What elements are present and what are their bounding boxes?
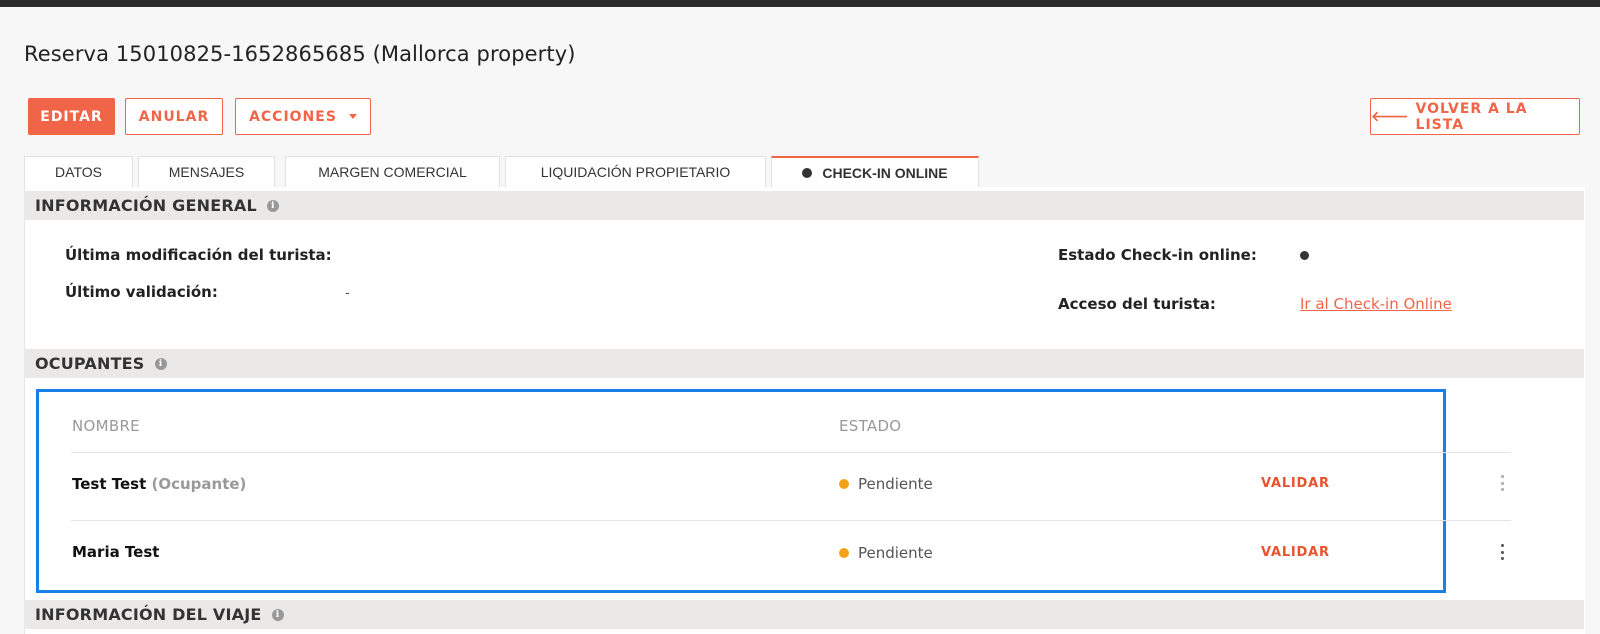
info-icon[interactable]: i (271, 608, 284, 621)
tab-label: DATOS (55, 164, 102, 180)
more-options-icon[interactable] (1499, 544, 1505, 560)
divider (71, 452, 1511, 453)
arrow-left-icon: 🡐 (1371, 109, 1410, 125)
info-icon[interactable]: i (154, 357, 167, 370)
tab-label: LIQUIDACIÓN PROPIETARIO (540, 164, 731, 180)
last-modified-label: Última modificación del turista: (65, 246, 332, 264)
occupants-highlight-box (36, 389, 1446, 593)
tab-liquidacion-propietario[interactable]: LIQUIDACIÓN PROPIETARIO (505, 156, 766, 187)
occupant-name-text: Maria Test (72, 543, 160, 561)
tab-checkin-online[interactable]: CHECK-IN ONLINE (771, 156, 979, 187)
occupant-status: Pendiente (858, 544, 933, 562)
occupant-role: (Ocupante) (151, 475, 247, 493)
last-validation-value: - (345, 284, 350, 300)
occupant-name-text: Test Test (72, 475, 147, 493)
cancel-button[interactable]: ANULAR (125, 98, 223, 135)
window-top-bar (0, 0, 1600, 7)
edit-button[interactable]: EDITAR (28, 98, 115, 135)
occupant-status: Pendiente (858, 475, 933, 493)
section-trip-header: INFORMACIÓN DEL VIAJE i (24, 600, 1584, 629)
tab-datos[interactable]: DATOS (24, 156, 133, 187)
section-title: INFORMACIÓN GENERAL (35, 196, 257, 215)
pending-status-dot-icon (839, 548, 849, 558)
checkin-state-label: Estado Check-in online: (1058, 246, 1257, 264)
back-label: VOLVER A LA LISTA (1415, 100, 1528, 133)
tab-label: MARGEN COMERCIAL (318, 164, 467, 180)
pending-status-dot-icon (839, 479, 849, 489)
section-title: OCUPANTES (35, 354, 145, 373)
occupant-name: Maria Test (72, 543, 159, 561)
actions-label: ACCIONES (249, 108, 337, 125)
tab-label: CHECK-IN ONLINE (822, 164, 948, 181)
status-dot-icon (802, 167, 813, 178)
occupant-name: Test Test (Ocupante) (72, 475, 246, 493)
page-title: Reserva 15010825-1652865685 (Mallorca pr… (24, 42, 576, 66)
section-occupants-header: OCUPANTES i (24, 349, 1584, 378)
validate-button[interactable]: VALIDAR (1261, 476, 1330, 491)
tourist-access-label: Acceso del turista: (1058, 295, 1216, 313)
back-to-list-button[interactable]: 🡐 VOLVER A LA LISTA (1370, 98, 1580, 135)
divider (71, 520, 1511, 521)
section-title: INFORMACIÓN DEL VIAJE (35, 605, 262, 624)
actions-dropdown-button[interactable]: ACCIONES (235, 98, 371, 135)
caret-down-icon (348, 114, 357, 119)
more-options-icon[interactable] (1499, 475, 1505, 491)
tab-margen-comercial[interactable]: MARGEN COMERCIAL (285, 156, 500, 187)
last-validation-label: Último validación: (65, 283, 218, 301)
validate-button[interactable]: VALIDAR (1261, 545, 1330, 560)
tab-mensajes[interactable]: MENSAJES (138, 156, 275, 187)
info-icon[interactable]: i (266, 199, 279, 212)
section-general-header: INFORMACIÓN GENERAL i (24, 191, 1584, 220)
column-header-status: ESTADO (839, 417, 902, 435)
checkin-state-dot-icon (1300, 251, 1309, 260)
tab-label: MENSAJES (168, 164, 245, 180)
checkin-online-link[interactable]: Ir al Check-in Online (1300, 295, 1452, 313)
column-header-name: NOMBRE (72, 417, 140, 435)
